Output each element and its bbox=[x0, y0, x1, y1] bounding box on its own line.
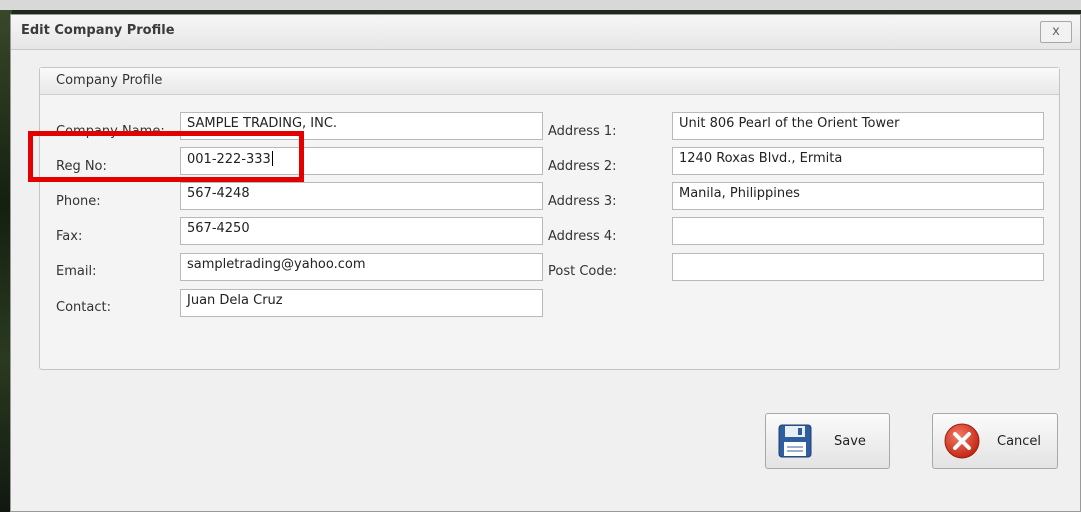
phone-input[interactable]: 567-4248 bbox=[180, 182, 543, 210]
company-profile-group: Company Profile Company Name: Reg No: Ph… bbox=[39, 67, 1060, 370]
post-code-label: Post Code: bbox=[548, 264, 617, 279]
post-code-input[interactable] bbox=[672, 253, 1044, 281]
dialog-title: Edit Company Profile bbox=[21, 23, 175, 38]
address-1-input[interactable]: Unit 806 Pearl of the Orient Tower bbox=[672, 112, 1044, 140]
cancel-x-icon bbox=[944, 423, 980, 459]
address-3-input[interactable]: Manila, Philippines bbox=[672, 182, 1044, 210]
fax-input[interactable]: 567-4250 bbox=[180, 217, 543, 245]
email-input[interactable]: sampletrading@yahoo.com bbox=[180, 253, 543, 281]
close-button[interactable]: x bbox=[1040, 21, 1072, 43]
edit-company-profile-dialog: Edit Company Profile x Company Profile C… bbox=[10, 14, 1081, 512]
floppy-disk-icon bbox=[778, 424, 812, 458]
cancel-button[interactable]: Cancel bbox=[932, 413, 1058, 469]
fax-label: Fax: bbox=[56, 229, 83, 244]
address-3-label: Address 3: bbox=[548, 194, 617, 209]
reg-no-highlight-box bbox=[28, 131, 304, 182]
address-4-input[interactable] bbox=[672, 217, 1044, 245]
group-header: Company Profile bbox=[40, 68, 1059, 95]
address-4-label: Address 4: bbox=[548, 229, 617, 244]
cancel-label: Cancel bbox=[997, 434, 1042, 449]
contact-label: Contact: bbox=[56, 300, 111, 315]
email-label: Email: bbox=[56, 264, 97, 279]
group-title: Company Profile bbox=[56, 73, 163, 88]
address-2-label: Address 2: bbox=[548, 159, 617, 174]
dialog-titlebar[interactable]: Edit Company Profile x bbox=[11, 15, 1080, 50]
save-button[interactable]: Save bbox=[765, 413, 890, 469]
address-1-label: Address 1: bbox=[548, 124, 617, 139]
close-icon: x bbox=[1052, 24, 1060, 39]
contact-input[interactable]: Juan Dela Cruz bbox=[180, 289, 543, 317]
address-2-input[interactable]: 1240 Roxas Blvd., Ermita bbox=[672, 147, 1044, 175]
phone-label: Phone: bbox=[56, 194, 101, 209]
save-label: Save bbox=[834, 434, 866, 449]
parent-window-edge bbox=[0, 0, 1081, 10]
